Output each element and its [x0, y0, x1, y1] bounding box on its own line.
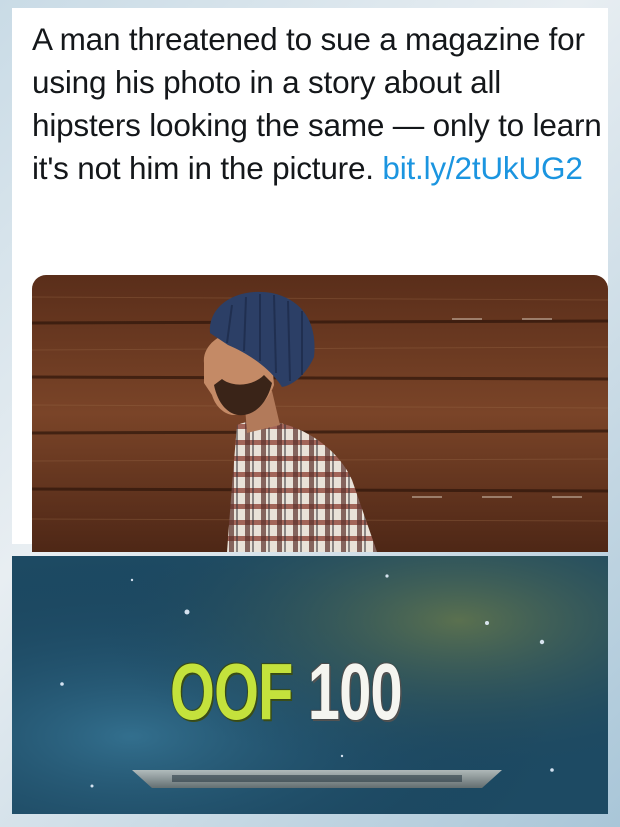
oof-level-number: 100	[307, 647, 403, 736]
oof-meme-panel: OOF 100	[12, 556, 608, 814]
tweet-photo[interactable]	[32, 275, 608, 552]
tweet-link[interactable]: bit.ly/2tUkUG2	[382, 150, 582, 186]
hipster-photo-illustration	[32, 275, 608, 552]
oof-level-label: OOF 100	[170, 652, 403, 732]
oof-word: OOF	[170, 647, 293, 736]
tweet-card: A man threatened to sue a magazine for u…	[12, 8, 608, 552]
tweet-text: A man threatened to sue a magazine for u…	[32, 18, 612, 190]
